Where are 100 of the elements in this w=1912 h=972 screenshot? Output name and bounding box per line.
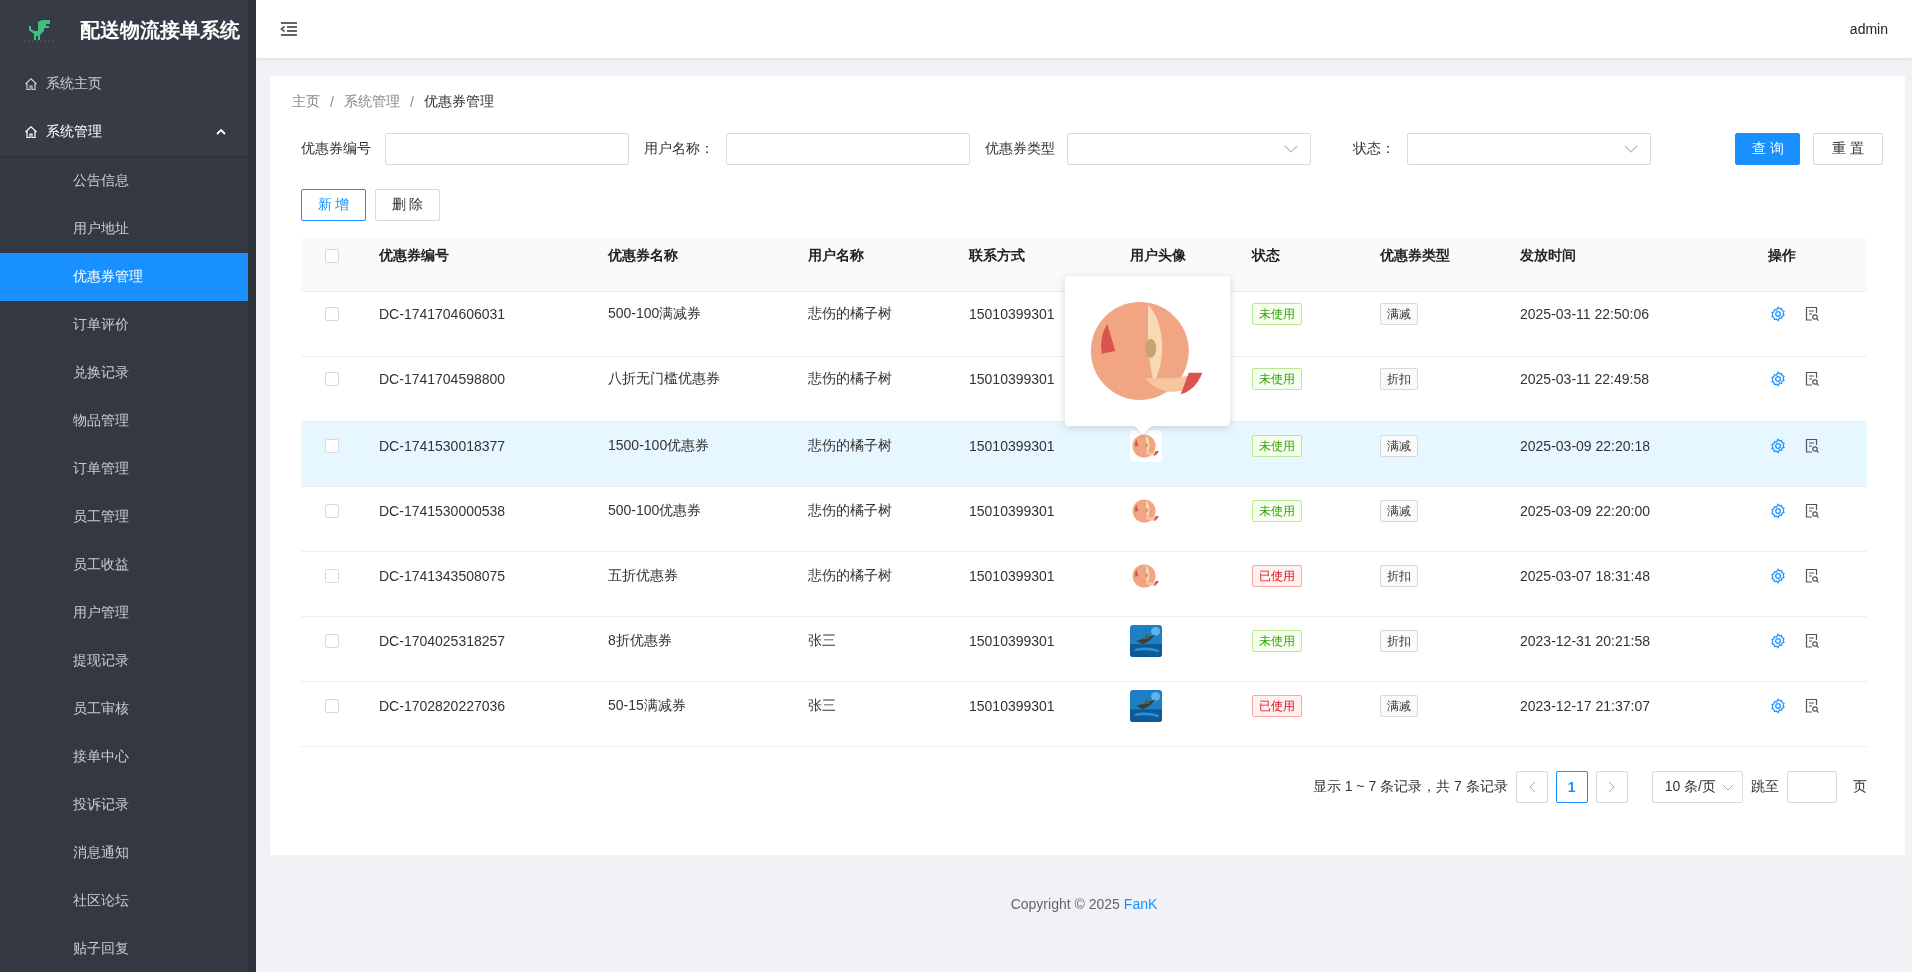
table-cell-text: 2023-12-17 21:37:07 [1520, 698, 1651, 714]
table-cell-text: 15010399301 [969, 633, 1056, 649]
delete-button[interactable]: 删 除 [375, 189, 440, 221]
table-cell-text: 张三 [808, 632, 837, 650]
record-summary: 显示 1 ~ 7 条记录，共 7 条记录 [1312, 778, 1508, 796]
table-cell-text: DC-1741530018377 [379, 438, 507, 454]
table-row[interactable]: DC-1741343508075 五折优惠券 悲伤的橘子树 15010399301 已使用 折扣 2025-03-07 18:31:48 [301, 552, 1867, 617]
chevron-down-icon [1722, 783, 1734, 791]
select-field[interactable] [1067, 133, 1311, 165]
gear-icon[interactable] [1770, 305, 1786, 322]
document-search-icon[interactable] [1804, 370, 1820, 387]
sidebar-item[interactable]: 订单评价 [0, 301, 248, 349]
column-header: 状态 [1252, 246, 1281, 265]
sidebar-item[interactable]: 消息通知 [0, 829, 248, 877]
sidebar-item[interactable]: 接单中心 [0, 733, 248, 781]
status-tag: 未使用 [1252, 367, 1302, 390]
table-row[interactable]: DC-1741530018377 1500-100优惠券 悲伤的橘子树 15010399301 未使用 满减 2025-03-09 22:20:18 [301, 422, 1867, 487]
table-cell-text: 悲伤的橘子树 [808, 369, 893, 388]
checkbox[interactable] [325, 504, 339, 518]
table-cell-text: 15010399301 [969, 503, 1056, 519]
sidebar-item[interactable]: 物品管理 [0, 397, 248, 445]
chevron-right-icon [1607, 781, 1616, 793]
select-field[interactable] [1407, 133, 1651, 165]
table-cell-text: DC-1741343508075 [379, 568, 507, 584]
checkbox[interactable] [325, 248, 339, 263]
sidebar-item[interactable]: 员工收益 [0, 541, 248, 589]
table-cell-text: DC-1741530000538 [379, 503, 507, 519]
page-input[interactable] [1787, 771, 1837, 803]
breadcrumb-item: 优惠券管理 [423, 93, 494, 111]
chevron-down-icon [1284, 145, 1298, 153]
gear-icon[interactable] [1770, 370, 1786, 387]
sidebar-item[interactable]: 贴子回复 [0, 925, 248, 972]
sidebar-item[interactable]: 提现记录 [0, 637, 248, 685]
document-search-icon[interactable] [1804, 305, 1820, 322]
table-cell-text: 2025-03-09 22:20:18 [1520, 438, 1651, 454]
gear-icon[interactable] [1770, 633, 1786, 649]
breadcrumb-separator: / [330, 94, 334, 110]
column-header: 优惠券类型 [1380, 246, 1451, 265]
checkbox[interactable] [325, 439, 339, 453]
table-cell-text: 15010399301 [969, 370, 1056, 387]
checkbox[interactable] [325, 306, 339, 321]
sidebar-item[interactable]: 用户管理 [0, 589, 248, 637]
breadcrumb-item[interactable]: 主页 [292, 93, 320, 111]
table-row[interactable]: DC-1702820227036 50-15满减券 张三 15010399301 已使用 满减 2023-12-17 21:37:07 [301, 682, 1867, 747]
table-cell-text: 15010399301 [969, 438, 1056, 454]
table-cell-text: 悲伤的橘子树 [808, 502, 893, 520]
sidebar-item[interactable]: 社区论坛 [0, 877, 248, 925]
gear-icon[interactable] [1770, 698, 1786, 714]
table-cell-text: 2025-03-11 22:50:06 [1520, 305, 1650, 322]
document-search-icon[interactable] [1804, 438, 1820, 454]
type-tag: 满减 [1380, 695, 1418, 717]
sidebar-item[interactable]: 公告信息 [0, 157, 248, 205]
document-search-icon[interactable] [1804, 503, 1820, 519]
table-cell-text: 张三 [808, 697, 837, 715]
sidebar-item[interactable]: 系统管理 [0, 108, 248, 156]
checkbox[interactable] [325, 634, 339, 648]
document-search-icon[interactable] [1804, 698, 1820, 714]
column-header: 操作 [1768, 246, 1797, 265]
table-row[interactable]: DC-1704025318257 8折优惠券 张三 15010399301 未使用 折扣 2023-12-31 20:21:58 [301, 617, 1867, 682]
input-field[interactable] [726, 133, 970, 165]
table-cell-text: 五折优惠券 [608, 567, 679, 585]
page-size-select[interactable]: 10 条/页 [1651, 771, 1743, 803]
home-icon [24, 77, 38, 91]
sidebar-item[interactable]: 兑换记录 [0, 349, 248, 397]
sidebar-item[interactable]: 用户地址 [0, 205, 248, 253]
table-cell-text: 2025-03-07 18:31:48 [1520, 568, 1651, 584]
table-row[interactable]: DC-1741530000538 500-100优惠券 悲伤的橘子树 15010399301 未使用 满减 2025-03-09 22:20:00 [301, 487, 1867, 552]
menu-fold-icon[interactable] [280, 21, 298, 37]
column-header: 发放时间 [1520, 246, 1577, 265]
input-field[interactable] [385, 133, 629, 165]
table-cell-text: 500-100优惠券 [608, 502, 703, 520]
table-cell-text: DC-1741704606031 [379, 305, 507, 322]
document-search-icon[interactable] [1804, 568, 1820, 584]
checkbox[interactable] [325, 371, 339, 386]
table-cell-text: 悲伤的橘子树 [808, 567, 893, 585]
sidebar-item[interactable]: 订单管理 [0, 445, 248, 493]
sidebar-item[interactable]: 系统主页 [0, 60, 248, 108]
checkbox[interactable] [325, 699, 339, 713]
breadcrumb-item[interactable]: 系统管理 [343, 93, 400, 111]
gear-icon[interactable] [1770, 438, 1786, 454]
column-header: 用户头像 [1130, 246, 1187, 265]
column-header: 优惠券编号 [379, 246, 450, 265]
document-search-icon[interactable] [1804, 633, 1820, 649]
reset-button[interactable]: 重 置 [1813, 133, 1883, 165]
sidebar-item[interactable]: 员工管理 [0, 493, 248, 541]
table-cell-text: DC-1702820227036 [379, 698, 507, 714]
gear-icon[interactable] [1770, 568, 1786, 584]
filter-label: 优惠券编号 [301, 140, 371, 158]
table-cell-text: 15010399301 [969, 305, 1056, 322]
status-tag: 未使用 [1252, 435, 1302, 457]
sidebar-item[interactable]: 员工审核 [0, 685, 248, 733]
breadcrumb-separator: / [409, 94, 414, 110]
table-cell-text: 50-15满减券 [608, 697, 687, 715]
table-cell-text: 悲伤的橘子树 [808, 437, 893, 455]
type-tag: 满减 [1380, 435, 1418, 457]
gear-icon[interactable] [1770, 503, 1786, 519]
sidebar-item[interactable]: 投诉记录 [0, 781, 248, 829]
home-icon [24, 125, 38, 139]
user-name[interactable]: admin [1849, 21, 1888, 37]
checkbox[interactable] [325, 569, 339, 583]
